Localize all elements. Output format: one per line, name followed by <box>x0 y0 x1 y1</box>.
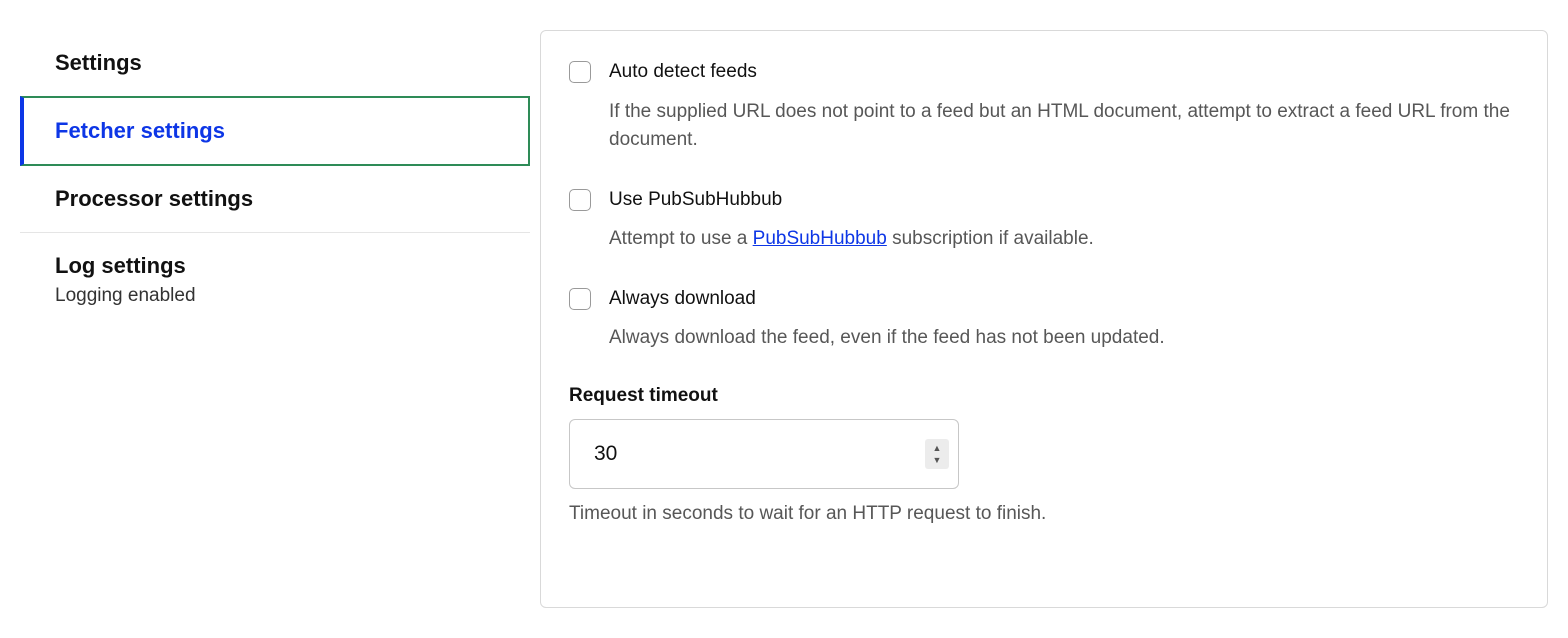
use-pubsubhubbub-label: Use PubSubHubbub <box>609 187 1519 214</box>
sidebar-item-label: Fetcher settings <box>55 118 493 144</box>
sidebar-item-label: Log settings <box>55 253 495 279</box>
auto-detect-feeds-desc: If the supplied URL does not point to a … <box>609 98 1519 155</box>
request-timeout-desc: Timeout in seconds to wait for an HTTP r… <box>569 503 1519 525</box>
sidebar-item-settings[interactable]: Settings <box>20 30 530 96</box>
always-download-label: Always download <box>609 286 1519 313</box>
request-timeout-title: Request timeout <box>569 385 1519 407</box>
request-timeout-row: Request timeout ▲ ▼ Timeout in seconds t… <box>569 385 1519 525</box>
sidebar-item-log-settings[interactable]: Log settings Logging enabled <box>20 233 530 327</box>
fetcher-settings-panel: Auto detect feeds If the supplied URL do… <box>540 30 1548 608</box>
pubsub-desc-prefix: Attempt to use a <box>609 228 753 249</box>
request-timeout-input[interactable] <box>569 419 959 489</box>
auto-detect-feeds-checkbox[interactable] <box>569 61 591 83</box>
always-download-desc: Always download the feed, even if the fe… <box>609 324 1519 353</box>
auto-detect-feeds-row: Auto detect feeds If the supplied URL do… <box>569 59 1519 155</box>
use-pubsubhubbub-row: Use PubSubHubbub Attempt to use a PubSub… <box>569 187 1519 254</box>
sidebar-item-processor-settings[interactable]: Processor settings <box>20 166 530 233</box>
always-download-checkbox[interactable] <box>569 288 591 310</box>
chevron-up-icon: ▲ <box>933 442 942 454</box>
sidebar-item-label: Processor settings <box>55 186 495 212</box>
pubsub-desc-suffix: subscription if available. <box>887 228 1094 249</box>
pubsubhubbub-link[interactable]: PubSubHubbub <box>753 228 887 249</box>
use-pubsubhubbub-desc: Attempt to use a PubSubHubbub subscripti… <box>609 225 1519 254</box>
sidebar-item-label: Settings <box>55 50 495 76</box>
use-pubsubhubbub-checkbox[interactable] <box>569 189 591 211</box>
request-timeout-stepper[interactable]: ▲ ▼ <box>925 439 949 469</box>
settings-sidebar: Settings Fetcher settings Processor sett… <box>20 30 530 608</box>
auto-detect-feeds-label: Auto detect feeds <box>609 59 1519 86</box>
sidebar-item-sublabel: Logging enabled <box>55 285 495 307</box>
always-download-row: Always download Always download the feed… <box>569 286 1519 353</box>
sidebar-item-fetcher-settings[interactable]: Fetcher settings <box>20 96 530 166</box>
chevron-down-icon: ▼ <box>933 454 942 466</box>
